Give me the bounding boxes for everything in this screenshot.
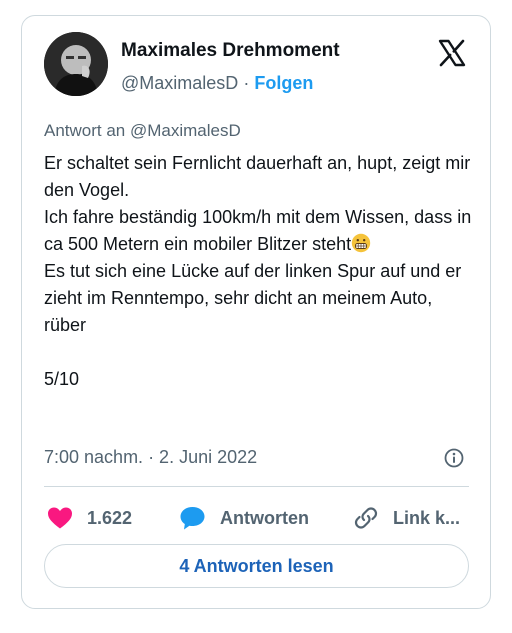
separator-dot: ·: [243, 73, 250, 93]
info-icon[interactable]: [443, 447, 465, 469]
author-handle-row: @MaximalesD · Folgen: [121, 73, 313, 94]
copy-link-button[interactable]: Link k...: [353, 503, 460, 533]
link-icon: [354, 507, 378, 529]
divider: [44, 486, 469, 487]
read-replies-label: 4 Antworten lesen: [179, 555, 334, 576]
x-logo-icon[interactable]: [437, 38, 467, 68]
reply-button[interactable]: Antworten: [179, 503, 309, 533]
tweet-text-part2: Es tut sich eine Lücke auf der linken Sp…: [44, 261, 462, 389]
like-button[interactable]: 1.622: [47, 503, 132, 533]
reply-to-label[interactable]: Antwort an @MaximalesD: [44, 121, 241, 141]
tweet-text: Er schaltet sein Fernlicht dauerhaft an,…: [44, 150, 474, 393]
speech-bubble-icon: [180, 507, 205, 530]
heart-icon: [48, 507, 72, 529]
follow-button[interactable]: Folgen: [254, 73, 313, 93]
reply-label: Antworten: [220, 507, 309, 528]
author-name[interactable]: Maximales Drehmoment: [121, 40, 340, 62]
read-replies-button[interactable]: 4 Antworten lesen: [44, 544, 469, 588]
grimacing-face-emoji-icon: [351, 233, 371, 253]
avatar[interactable]: [44, 32, 108, 96]
tweet-text-part1: Er schaltet sein Fernlicht dauerhaft an,…: [44, 153, 472, 254]
tweet-timestamp[interactable]: 7:00 nachm. · 2. Juni 2022: [44, 447, 257, 468]
like-count: 1.622: [87, 507, 133, 528]
tweet-card: Maximales Drehmoment @MaximalesD · Folge…: [21, 15, 491, 609]
copy-link-label: Link k...: [393, 507, 461, 528]
author-handle[interactable]: @MaximalesD: [121, 73, 238, 93]
